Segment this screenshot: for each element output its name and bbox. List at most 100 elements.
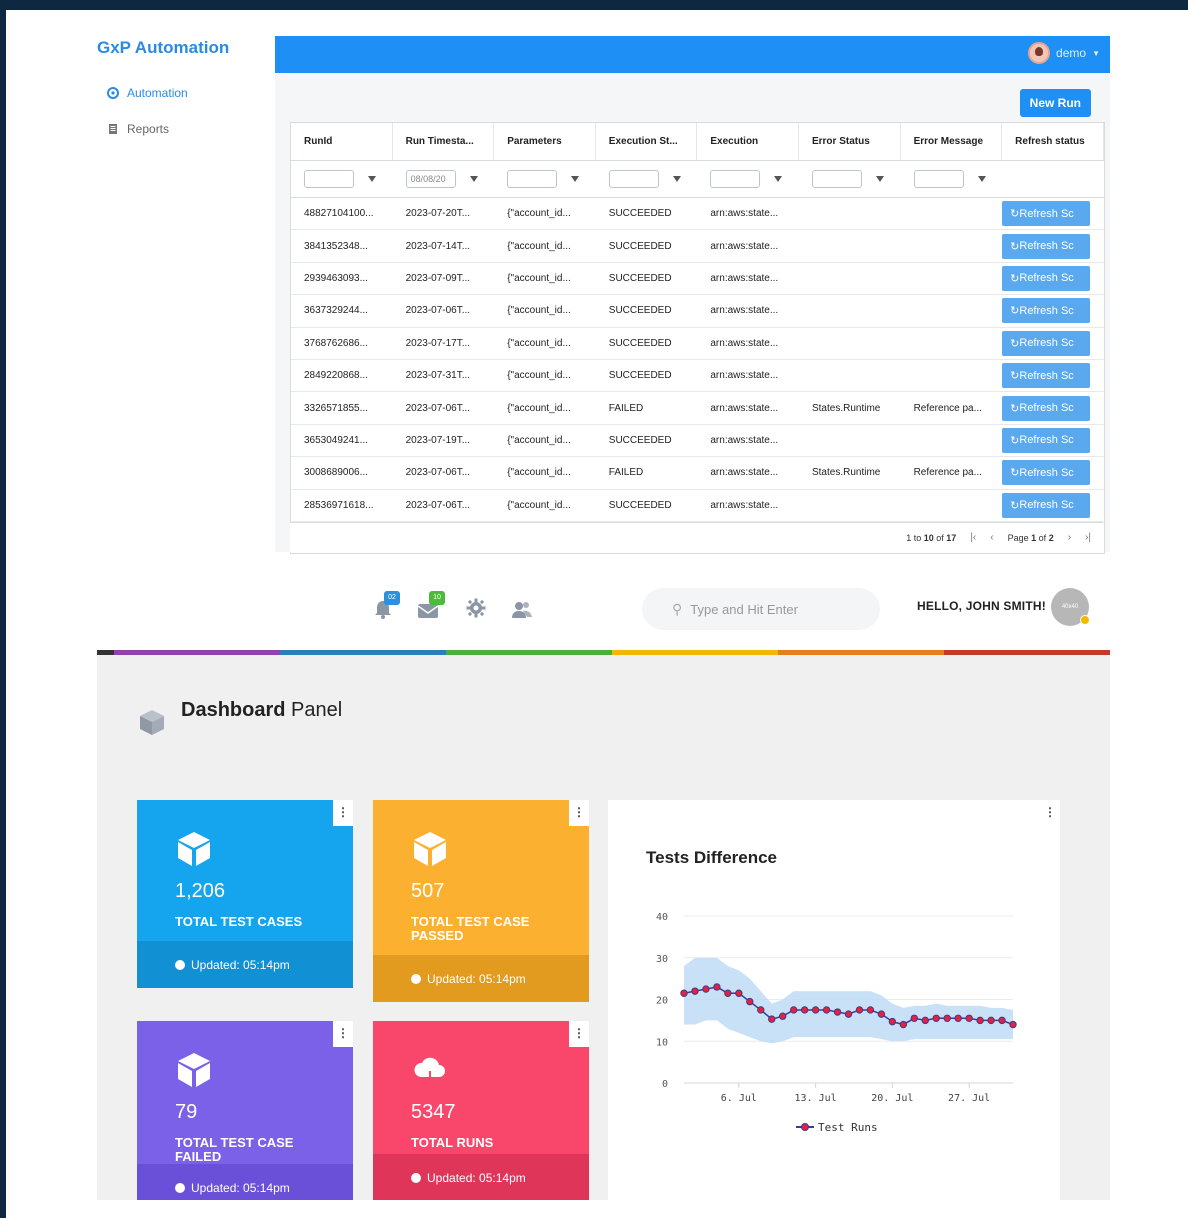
column-header-runid[interactable]: RunId <box>291 123 393 160</box>
filter-icon[interactable] <box>672 176 681 182</box>
filter-input-error-status[interactable] <box>811 170 862 188</box>
brand-logo[interactable]: GxP Automation <box>97 38 229 58</box>
cell-run-id: 48827104100... <box>304 208 374 220</box>
cell-status: SUCCEEDED <box>608 208 672 220</box>
cell-run-id: 3841352348... <box>304 240 368 252</box>
column-header-run-timestamp[interactable]: Run Timesta... <box>393 123 495 160</box>
x-tick-label: 13. Jul <box>795 1093 837 1104</box>
grid-header: RunId Run Timesta... Parameters Executio… <box>291 123 1104 161</box>
data-point <box>713 983 721 991</box>
tests-difference-chart: 0 10 20 30 40 6. Jul 13. Jul 20. Jul 27. Jul Test… <box>656 912 1017 1134</box>
refresh-label: Refresh Sc <box>1019 304 1074 317</box>
stat-label: TOTAL TEST CASES <box>175 914 303 929</box>
table-row[interactable]: 3841352348... 2023-07-14T... {"account_id.… <box>291 230 1104 263</box>
filter-input-parameters[interactable] <box>507 170 558 188</box>
stat-value: 5347 <box>411 1101 456 1123</box>
refresh-status-button[interactable]: ↻ Refresh Sc <box>1002 298 1091 324</box>
refresh-status-button[interactable]: ↻ Refresh Sc <box>1002 265 1091 291</box>
column-header-error-message[interactable]: Error Message <box>901 123 1003 160</box>
cell-status: SUCCEEDED <box>608 272 672 284</box>
new-run-button[interactable]: New Run <box>1019 89 1091 117</box>
last-page-icon[interactable]: ›| <box>1085 532 1091 543</box>
mail-icon[interactable]: 10 <box>417 591 445 620</box>
cell-execution: arn:aws:state... <box>710 370 779 382</box>
stat-card[interactable]: ⋮ 79 TOTAL TEST CASE FAILED Updated: 05:14p… <box>137 1021 353 1211</box>
cloud-download-icon <box>411 1051 449 1089</box>
refresh-status-button[interactable]: ↻ Refresh Sc <box>1002 460 1091 486</box>
avatar[interactable]: 40x40 <box>1051 588 1090 626</box>
refresh-status-button[interactable]: ↻ Refresh Sc <box>1002 395 1091 421</box>
clock-icon <box>175 1182 185 1193</box>
filter-input-run-timestamp[interactable]: 08/08/20 <box>405 170 456 188</box>
left-dark-edge <box>0 0 6 1218</box>
updated-time: Updated: 05:14pm <box>191 957 290 972</box>
y-tick-label: 20 <box>656 996 668 1007</box>
data-point <box>910 1014 918 1022</box>
sidebar-item-automation[interactable]: Automation <box>97 75 273 111</box>
card-menu-button[interactable]: ⋮ <box>333 800 353 826</box>
user-menu[interactable]: demo ▼ <box>1028 42 1100 64</box>
next-page-icon[interactable]: › <box>1068 532 1071 543</box>
table-row[interactable]: 48827104100... 2023-07-20T... {"account_id… <box>291 198 1104 231</box>
cell-status: SUCCEEDED <box>608 370 672 382</box>
column-header-execution-status[interactable]: Execution St... <box>596 123 698 160</box>
table-row[interactable]: 3768762686... 2023-07-17T... {"account_id.… <box>291 328 1104 360</box>
updated-time: Updated: 05:14pm <box>427 971 526 986</box>
column-header-execution[interactable]: Execution <box>697 123 799 160</box>
filter-icon[interactable] <box>774 176 783 182</box>
cell-execution: arn:aws:state... <box>710 272 779 284</box>
data-point <box>998 1016 1006 1025</box>
stat-card[interactable]: ⋮ 1,206 TOTAL TEST CASES Updated: 05:14pm <box>137 800 353 988</box>
cell-refresh: ↻ Refresh Sc <box>1002 295 1104 326</box>
refresh-icon: ↻ <box>1010 208 1020 221</box>
refresh-status-button[interactable]: ↻ Refresh Sc <box>1002 201 1091 227</box>
table-row[interactable]: 28536971618... 2023-07-06T... {"account_id… <box>291 490 1104 522</box>
table-row[interactable]: 2939463093... 2023-07-09T... {"account_id.… <box>291 263 1104 296</box>
refresh-status-button[interactable]: ↻ Refresh Sc <box>1002 330 1091 356</box>
column-header-refresh-status[interactable]: Refresh status <box>1002 123 1104 160</box>
settings-gear-icon[interactable] <box>466 598 488 620</box>
users-icon[interactable] <box>511 598 533 620</box>
table-row[interactable]: 3653049241... 2023-07-19T... {"account_id.… <box>291 425 1104 458</box>
filter-icon[interactable] <box>571 176 580 182</box>
table-row[interactable]: 3326571855... 2023-07-06T... {"account_id.… <box>291 392 1104 425</box>
filter-icon[interactable] <box>977 176 986 182</box>
prev-page-icon[interactable]: ‹ <box>990 532 993 543</box>
chevron-down-icon: ▼ <box>1092 48 1100 58</box>
cell-refresh: ↻ Refresh Sc <box>1002 328 1104 359</box>
notification-bell-icon[interactable]: 02 <box>372 591 400 620</box>
filter-input-execution-status[interactable] <box>608 170 659 188</box>
refresh-label: Refresh Sc <box>1019 207 1074 220</box>
refresh-status-button[interactable]: ↻ Refresh Sc <box>1002 427 1091 453</box>
filter-input-runid[interactable] <box>304 170 354 188</box>
refresh-status-button[interactable]: ↻ Refresh Sc <box>1002 363 1091 389</box>
cell-execution: arn:aws:state... <box>710 434 779 446</box>
table-row[interactable]: 3637329244... 2023-07-06T... {"account_id.… <box>291 295 1104 328</box>
card-menu-button[interactable]: ⋮ <box>333 1021 353 1047</box>
cell-run-id: 3653049241... <box>304 434 368 446</box>
sidebar-item-label: Reports <box>127 122 170 136</box>
table-row[interactable]: 2849220868... 2023-07-31T... {"account_id.… <box>291 360 1104 393</box>
refresh-icon: ↻ <box>1010 370 1020 383</box>
refresh-status-button[interactable]: ↻ Refresh Sc <box>1002 492 1091 518</box>
cell-execution: arn:aws:state... <box>710 305 779 317</box>
filter-input-error-message[interactable] <box>913 170 964 188</box>
cube-icon <box>175 830 213 868</box>
sidebar-item-reports[interactable]: Reports <box>97 111 273 147</box>
search-input[interactable]: ⚲ Type and Hit Enter <box>642 588 880 630</box>
filter-icon[interactable] <box>469 176 478 182</box>
card-menu-button[interactable]: ⋮ <box>569 800 589 826</box>
stat-card[interactable]: ⋮ 507 TOTAL TEST CASE PASSED Updated: 05:14… <box>373 800 589 1002</box>
filter-icon[interactable] <box>368 176 376 182</box>
cell-error-message <box>901 295 1003 326</box>
column-header-error-status[interactable]: Error Status <box>799 123 901 160</box>
filter-input-execution[interactable] <box>710 170 761 188</box>
filter-icon[interactable] <box>875 176 884 182</box>
notification-badge: 02 <box>384 591 400 605</box>
refresh-status-button[interactable]: ↻ Refresh Sc <box>1002 233 1091 259</box>
table-row[interactable]: 3008689006... 2023-07-06T... {"account_id.… <box>291 457 1104 490</box>
first-page-icon[interactable]: |‹ <box>970 532 976 543</box>
card-menu-button[interactable]: ⋮ <box>569 1021 589 1047</box>
column-header-parameters[interactable]: Parameters <box>494 123 596 160</box>
stat-card[interactable]: ⋮ 5347 TOTAL RUNS Updated: 05:14pm <box>373 1021 589 1201</box>
